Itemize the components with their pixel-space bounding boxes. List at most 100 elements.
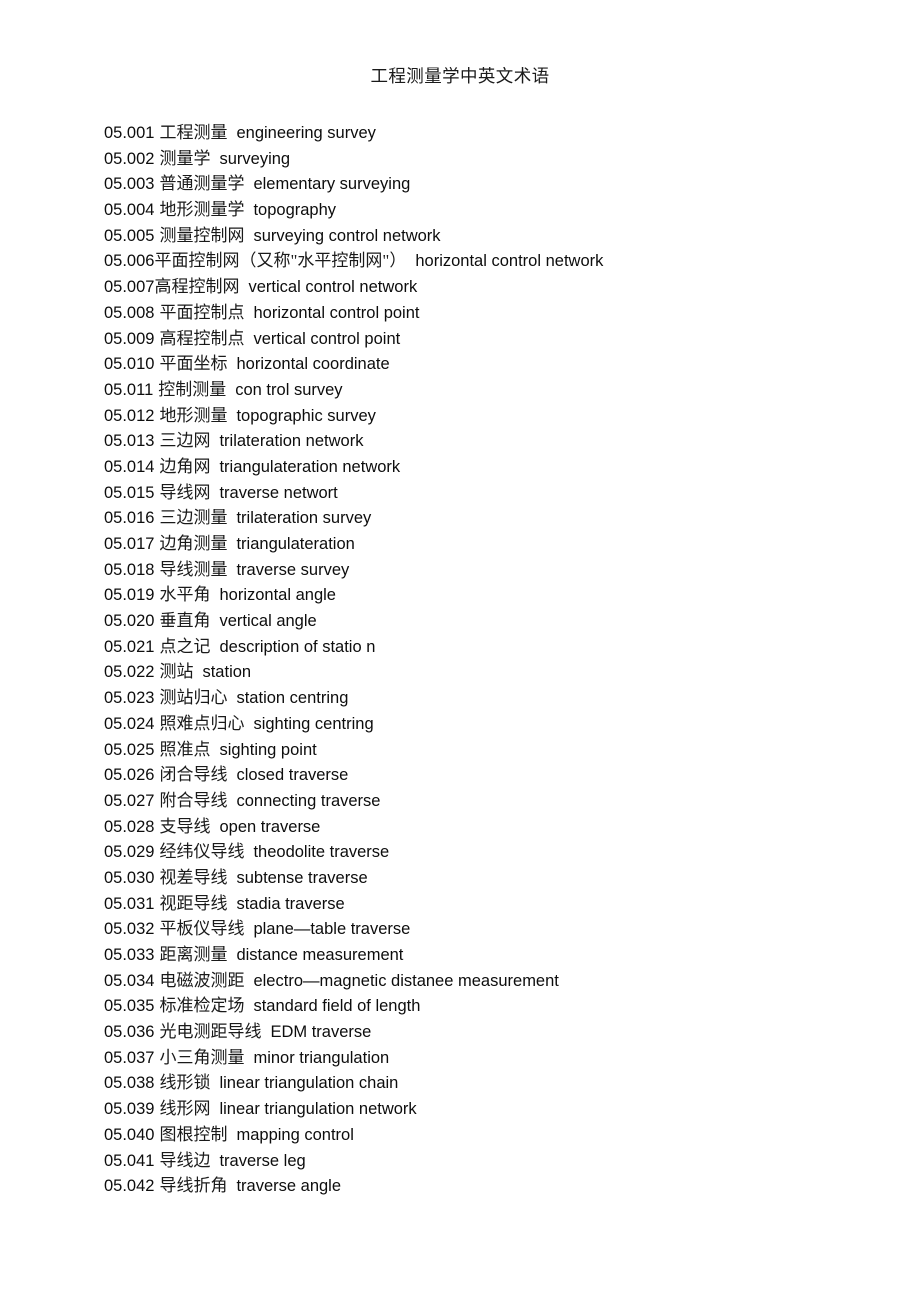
- term-code: 05.037: [104, 1048, 155, 1067]
- term-code: 05.020: [104, 612, 155, 631]
- term-english: horizontal coordinate: [236, 355, 390, 374]
- term-code: 05.027: [104, 791, 155, 810]
- term-code: 05.012: [104, 406, 155, 425]
- term-code: 05.009: [104, 329, 155, 348]
- term-entry: 05.018 导线测量 traverse survey: [104, 557, 894, 583]
- term-entry: 05.032 平板仪导线 plane—table traverse: [104, 916, 894, 942]
- term-code: 05.036: [104, 1023, 155, 1042]
- term-english: trilateration survey: [236, 509, 372, 528]
- term-chinese: 平板仪导线: [159, 919, 245, 939]
- term-code: 05.019: [104, 586, 155, 605]
- term-english: mapping control: [236, 1125, 354, 1144]
- term-entry: 05.019 水平角 horizontal angle: [104, 582, 894, 608]
- term-english: theodolite traverse: [253, 843, 390, 862]
- term-chinese: 工程测量: [159, 123, 228, 142]
- term-entry: 05.007高程控制网 vertical control network: [104, 274, 894, 300]
- term-code: 05.035: [104, 997, 155, 1016]
- term-english: con trol survey: [235, 380, 343, 399]
- term-code: 05.003: [104, 175, 155, 194]
- term-chinese: 普通测量学: [159, 174, 245, 194]
- term-chinese: 线形网: [159, 1099, 211, 1119]
- term-entry: 05.023 测站归心 station centring: [104, 685, 894, 711]
- term-chinese: 高程控制点: [159, 328, 245, 348]
- term-code: 05.005: [104, 226, 155, 245]
- term-chinese: 闭合导线: [159, 765, 228, 785]
- term-code: 05.022: [104, 663, 155, 682]
- term-chinese: 支导线: [159, 816, 211, 836]
- term-code: 05.023: [104, 689, 155, 708]
- term-chinese: 图根控制: [159, 1124, 228, 1144]
- term-code: 05.014: [104, 457, 155, 476]
- term-entry: 05.001 工程测量 engineering survey: [104, 120, 894, 146]
- term-english: minor triangulation: [253, 1048, 390, 1067]
- term-entry: 05.041 导线边 traverse leg: [104, 1148, 894, 1174]
- terminology-list: 05.001 工程测量 engineering survey 05.002 测量学 sur…: [104, 120, 894, 1199]
- term-code: 05.007: [104, 278, 155, 297]
- term-chinese: 水平角: [159, 585, 211, 605]
- term-entry: 05.017 边角测量 triangulateration: [104, 531, 894, 557]
- term-code: 05.011: [104, 380, 154, 399]
- term-english: elementary surveying: [253, 175, 411, 194]
- term-entry: 05.027 附合导线 connecting traverse: [104, 788, 894, 814]
- term-code: 05.024: [104, 714, 155, 733]
- term-code: 05.017: [104, 535, 155, 553]
- term-chinese: 平面控制网（又称"水平控制网"）: [154, 251, 407, 271]
- term-code: 05.002: [104, 149, 155, 168]
- term-chinese: 导线网: [159, 482, 211, 502]
- term-code: 05.015: [104, 483, 155, 502]
- term-code: 05.010: [104, 355, 155, 374]
- term-english: topography: [253, 201, 337, 220]
- term-chinese: 三边网: [159, 431, 211, 451]
- term-entry: 05.002 测量学 surveying: [104, 146, 894, 172]
- term-entry: 05.010 平面坐标 horizontal coordinate: [104, 351, 894, 377]
- term-entry: 05.038 线形锁 linear triangulation chain: [104, 1070, 894, 1096]
- term-entry: 05.022 测站 station: [104, 659, 894, 685]
- term-english: horizontal angle: [219, 586, 336, 605]
- term-chinese: 测量学: [159, 148, 211, 168]
- term-chinese: 导线测量: [159, 559, 228, 579]
- term-chinese: 三边测量: [159, 508, 228, 528]
- term-english: vertical control point: [253, 329, 401, 348]
- term-english: description of statio n: [219, 637, 376, 656]
- term-code: 05.016: [104, 509, 155, 528]
- term-english: traverse leg: [219, 1151, 306, 1170]
- term-chinese: 经纬仪导线: [159, 842, 245, 862]
- term-english: closed traverse: [236, 766, 349, 785]
- term-chinese: 点之记: [159, 636, 211, 656]
- term-entry: 05.039 线形网 linear triangulation network: [104, 1096, 894, 1122]
- term-english: traverse survey: [236, 560, 350, 579]
- term-english: topographic survey: [236, 406, 376, 425]
- term-entry: 05.034 电磁波测距 electro—magnetic distanee mea…: [104, 968, 894, 994]
- term-code: 05.028: [104, 817, 155, 836]
- term-entry: 05.011 控制测量 con trol survey: [104, 377, 894, 403]
- term-code: 05.030: [104, 868, 155, 887]
- term-entry: 05.026 闭合导线 closed traverse: [104, 762, 894, 788]
- term-code: 05.008: [104, 303, 155, 322]
- term-english: distance measurement: [236, 946, 404, 964]
- term-entry: 05.028 支导线 open traverse: [104, 814, 894, 840]
- term-code: 05.038: [104, 1074, 155, 1093]
- term-entry: 05.008 平面控制点 horizontal control point: [104, 300, 894, 326]
- term-english: horizontal control network: [415, 252, 604, 271]
- term-chinese: 边角网: [159, 456, 211, 476]
- term-code: 05.004: [104, 201, 155, 220]
- term-chinese: 视距导线: [159, 893, 228, 913]
- term-entry: 05.005 测量控制网 surveying control network: [104, 223, 894, 249]
- term-entry: 05.033 距离测量 distance measurement: [104, 942, 894, 968]
- term-entry: 05.025 照准点 sighting point: [104, 737, 894, 763]
- term-entry: 05.015 导线网 traverse networt: [104, 480, 894, 506]
- term-chinese: 距离测量: [159, 945, 228, 964]
- term-code: 05.040: [104, 1125, 155, 1144]
- document-page: 工程测量学中英文术语 05.001 工程测量 engineering survey 0…: [0, 0, 920, 1301]
- term-english: stadia traverse: [236, 894, 345, 913]
- term-english: linear triangulation network: [219, 1100, 417, 1119]
- term-english: plane—table traverse: [253, 920, 411, 939]
- term-code: 05.026: [104, 766, 155, 785]
- term-chinese: 平面坐标: [159, 354, 228, 374]
- term-english: standard field of length: [253, 997, 421, 1016]
- term-entry: 05.016 三边测量 trilateration survey: [104, 505, 894, 531]
- term-english: trilateration network: [219, 432, 364, 451]
- term-chinese: 高程控制网: [154, 277, 240, 297]
- term-code: 05.039: [104, 1100, 155, 1119]
- term-english: station: [202, 663, 252, 682]
